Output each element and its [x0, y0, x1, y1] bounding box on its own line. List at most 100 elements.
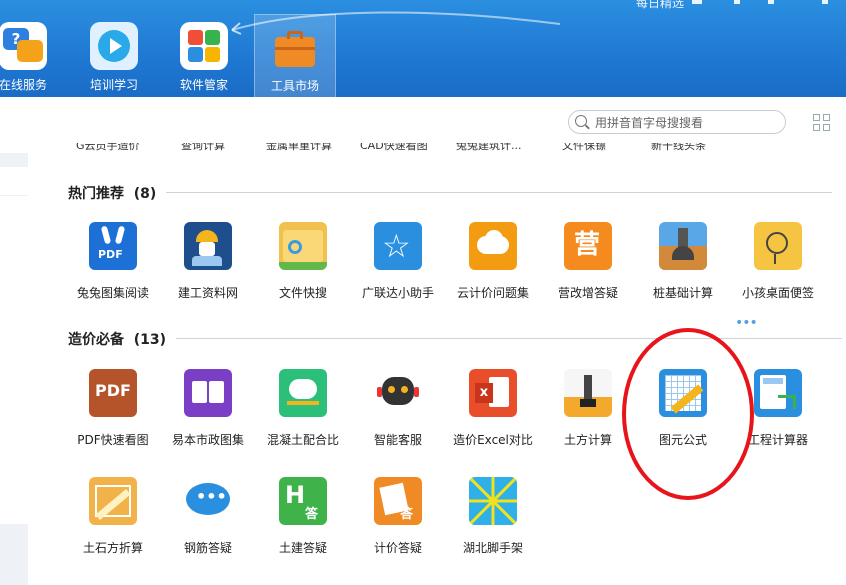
app-pile-foundation[interactable]: 桩基础计算: [636, 222, 730, 322]
app-excel-compare[interactable]: x 造价Excel对比: [446, 369, 540, 469]
search-box[interactable]: [568, 110, 786, 134]
app-label: 湖北脚手架: [462, 541, 523, 555]
nav-software-manager[interactable]: 软件管家: [163, 14, 245, 97]
excel-compare-icon: x: [469, 369, 517, 417]
app-earthwork[interactable]: 土方计算: [541, 369, 635, 469]
app-construction-data[interactable]: 建工资料网: [161, 222, 255, 322]
app-label: 云计价问题集: [456, 286, 529, 300]
nav-label: 培训学习: [89, 78, 138, 92]
app-label: 广联达小助手: [361, 286, 434, 300]
earthwork-icon: [564, 369, 612, 417]
pile-foundation-icon: [659, 222, 707, 270]
daily-picks-link[interactable]: 每日精选: [636, 0, 684, 11]
restore-button[interactable]: [734, 0, 740, 4]
app-label: 易本市政图集: [171, 433, 244, 447]
left-panel-segment: [0, 97, 28, 153]
app-desk-note[interactable]: 小孩桌面便签: [731, 222, 825, 322]
section-name: 热门推荐: [68, 186, 124, 202]
nav-online-service[interactable]: ? 在线服务: [0, 14, 64, 97]
section-count: (13): [133, 332, 167, 348]
training-video-icon: [90, 22, 138, 70]
app-pdf-rabbit[interactable]: PDF 兔兔图集阅读: [66, 222, 160, 322]
section-title-cost: 造价必备 (13): [68, 329, 166, 349]
app-concrete-ratio[interactable]: 混凝土配合比: [256, 369, 350, 469]
ying-badge-icon: 营: [564, 222, 612, 270]
minimize-button[interactable]: [692, 0, 702, 4]
left-panel: [0, 97, 28, 585]
app-label: 兔兔建筑计...: [456, 143, 522, 152]
nav-label: 工具市场: [270, 79, 319, 93]
pricing-answer-icon: 答: [374, 477, 422, 525]
settings-button[interactable]: [768, 0, 774, 4]
app-municipal-atlas[interactable]: 易本市政图集: [161, 369, 255, 469]
tujian-answer-icon: H 答: [279, 477, 327, 525]
app-label: 文件快搜: [278, 286, 327, 300]
construction-worker-icon: [184, 222, 232, 270]
app-label: 造价Excel对比: [453, 433, 533, 447]
toolbox-icon: [271, 23, 319, 71]
nav-tool-market[interactable]: 工具市场: [254, 14, 336, 97]
scrolled-app-row: G云员手造价 查询计算 金属单重计算 CAD快速看图 兔兔建筑计... 文件保镖…: [28, 143, 828, 155]
assistant-star-icon: ☆: [374, 222, 422, 270]
app-civil-qa[interactable]: H 答 土建答疑: [256, 477, 350, 577]
book-icon: [184, 369, 232, 417]
pdf-viewer-icon: PDF: [89, 369, 137, 417]
app-label: 营改增答疑: [557, 286, 618, 300]
app-earth-stone-conversion[interactable]: 土石方折算: [66, 477, 160, 577]
nav-training[interactable]: 培训学习: [73, 14, 155, 97]
app-label: 文件保镖: [562, 143, 606, 152]
app-label: 计价答疑: [373, 541, 422, 555]
app-pdf-viewer[interactable]: PDF PDF快速看图: [66, 369, 160, 469]
app-smart-service[interactable]: 智能客服: [351, 369, 445, 469]
app-label: 智能客服: [373, 433, 422, 447]
app-label: 金属单重计算: [266, 143, 332, 152]
section-divider: [166, 192, 832, 193]
section-name: 造价必备: [68, 332, 124, 348]
online-service-icon: ?: [0, 22, 47, 70]
close-button[interactable]: [822, 0, 828, 4]
app-label: 土方计算: [563, 433, 612, 447]
section-count: (8): [133, 186, 157, 202]
app-label: 小孩桌面便签: [741, 286, 814, 300]
search-icon: [575, 115, 587, 127]
chat-bubble-icon: •••: [184, 477, 232, 525]
nav-label: 在线服务: [0, 78, 47, 92]
folder-search-icon: [279, 222, 327, 270]
app-label: 查询计算: [181, 143, 225, 152]
app-label: PDF快速看图: [77, 433, 149, 447]
grid-view-icon[interactable]: [813, 114, 831, 132]
calculator-icon: [754, 369, 802, 417]
search-input[interactable]: [593, 113, 782, 133]
app-cloud-pricing[interactable]: 云计价问题集: [446, 222, 540, 322]
nav-label: 软件管家: [179, 78, 228, 92]
concrete-mixer-icon: [279, 369, 327, 417]
app-label: CAD快速看图: [360, 143, 428, 152]
more-options-icon[interactable]: •••: [735, 315, 758, 331]
left-panel-segment: [0, 167, 28, 195]
top-bar: 每日精选 ? 在线服务 培训学习 软件管家 工具市场: [0, 0, 846, 97]
app-glodon-assistant[interactable]: ☆ 广联达小助手: [351, 222, 445, 322]
app-label: G云员手造价: [76, 143, 140, 152]
app-label: 建工资料网: [177, 286, 238, 300]
robot-service-icon: [374, 369, 422, 417]
scaffold-icon: [469, 477, 517, 525]
app-label: 混凝土配合比: [266, 433, 339, 447]
annotation-circle: [622, 328, 754, 500]
app-file-search[interactable]: 文件快搜: [256, 222, 350, 322]
app-hubei-scaffold[interactable]: 湖北脚手架: [446, 477, 540, 577]
app-vat-reform[interactable]: 营 营改增答疑: [541, 222, 635, 322]
app-label: 兔兔图集阅读: [76, 286, 149, 300]
app-label: 土建答疑: [278, 541, 327, 555]
app-label: 土石方折算: [82, 541, 143, 555]
app-pricing-qa[interactable]: 答 计价答疑: [351, 477, 445, 577]
cloud-pricing-icon: [469, 222, 517, 270]
section-divider: [176, 338, 842, 339]
pdf-rabbit-icon: PDF: [89, 222, 137, 270]
app-label: 桩基础计算: [652, 286, 713, 300]
left-panel-segment: [0, 196, 28, 524]
section-title-hot: 热门推荐 (8): [68, 183, 156, 203]
ruler-folder-icon: [89, 477, 137, 525]
app-label: 新干线头条: [651, 143, 706, 152]
desk-note-icon: [754, 222, 802, 270]
app-rebar-qa[interactable]: ••• 钢筋答疑: [161, 477, 255, 577]
